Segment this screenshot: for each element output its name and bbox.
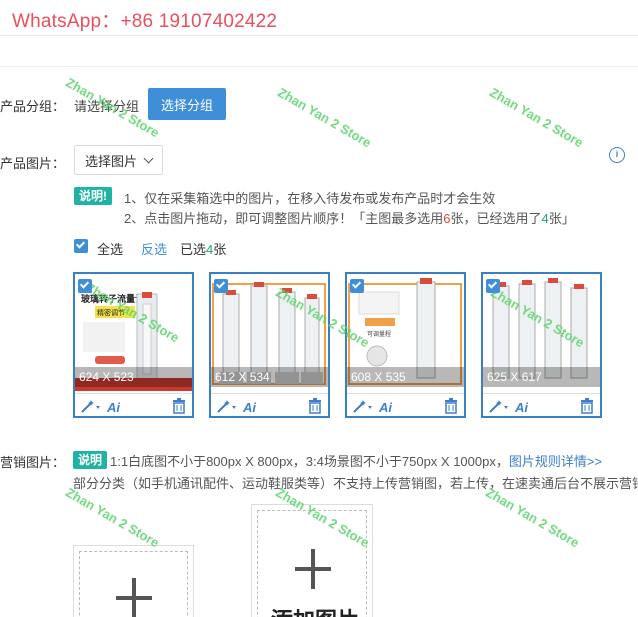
svg-text:Ai: Ai — [378, 400, 392, 414]
marketing-rule-text: 1:1白底图不小于800px X 800px，3:4场景图不小于750px X … — [110, 454, 509, 469]
image-checkbox[interactable] — [78, 279, 92, 293]
marketing-line-2: 部分分类（如手机通讯配件、运动鞋服类等）不支持上传营销图，若上传，在速卖通后台不… — [73, 476, 638, 491]
image-dimensions: 625 X 617 — [483, 367, 600, 387]
select-all-label[interactable]: 全选 — [97, 239, 123, 258]
tip2-used: 4 — [541, 211, 549, 226]
svg-text:Ai: Ai — [106, 400, 120, 414]
marketing-tag: 说明 — [73, 451, 108, 469]
store-watermark: Zhan Yan 2 Store — [483, 484, 582, 551]
invert-selection-link[interactable]: 反选 — [141, 239, 167, 258]
images-label: 产品图片： — [0, 156, 66, 171]
product-thumbnail[interactable]: 612 X 534 — [211, 274, 328, 391]
svg-text:Ai: Ai — [514, 400, 528, 414]
selected-count: 已选4张 — [180, 239, 226, 258]
image-dimensions: 624 X 523 — [75, 367, 192, 387]
ai-icon[interactable]: Ai — [378, 398, 396, 414]
image-toolbar: Ai — [347, 393, 464, 417]
upload-3-4-box[interactable]: 添加图片 — [251, 504, 373, 617]
magic-wand-icon[interactable] — [352, 398, 374, 414]
image-toolbar: Ai — [483, 393, 600, 417]
store-watermark: Zhan Yan 2 Store — [275, 84, 374, 151]
trash-icon[interactable] — [172, 398, 186, 414]
select-images-label: 选择图片 — [84, 153, 137, 169]
add-image-label: 添加图片 — [271, 603, 359, 617]
section-divider — [0, 66, 638, 67]
trash-icon[interactable] — [308, 398, 322, 414]
top-bar: WhatsApp：+86 19107402422 — [0, 0, 638, 36]
svg-text:Ai: Ai — [242, 400, 256, 414]
image-rules-link[interactable]: 图片规则详情>> — [509, 454, 602, 469]
ai-icon[interactable]: Ai — [242, 398, 260, 414]
chevron-down-icon — [143, 153, 154, 163]
selected-suffix: 张 — [213, 242, 227, 257]
selected-prefix: 已选 — [180, 242, 207, 257]
ai-icon[interactable]: Ai — [106, 398, 124, 414]
marketing-label: 营销图片： — [0, 455, 66, 470]
image-card[interactable]: 612 X 534 Ai — [209, 272, 330, 418]
upload-1-1-box[interactable] — [73, 545, 194, 617]
ai-icon[interactable]: Ai — [514, 398, 532, 414]
trash-icon[interactable] — [580, 398, 594, 414]
select-category-button[interactable]: 选择分组 — [148, 88, 226, 120]
store-watermark: Zhan Yan 2 Store — [63, 484, 162, 551]
image-toolbar: Ai — [211, 393, 328, 417]
marketing-line-1: 1:1白底图不小于800px X 800px，3:4场景图不小于750px X … — [110, 451, 602, 470]
image-checkbox[interactable] — [350, 279, 364, 293]
magic-wand-icon[interactable] — [80, 398, 102, 414]
magic-wand-icon[interactable] — [488, 398, 510, 414]
info-circle-icon[interactable]: i — [609, 147, 625, 163]
tip-tag: 说明! — [74, 187, 112, 205]
image-checkbox[interactable] — [214, 279, 228, 293]
tip-line-1: 1、仅在采集箱选中的图片，在移入待发布或发布产品时才会生效 — [124, 191, 496, 206]
tip2-suffix: 张」 — [548, 211, 575, 226]
select-all-checkbox[interactable] — [74, 239, 88, 253]
whatsapp-watermark: WhatsApp：+86 19107402422 — [12, 11, 278, 32]
category-label: 产品分组： — [0, 99, 66, 114]
image-dimensions: 608 X 535 — [347, 367, 464, 387]
image-checkbox[interactable] — [486, 279, 500, 293]
trash-icon[interactable] — [444, 398, 458, 414]
magic-wand-icon[interactable] — [216, 398, 238, 414]
select-images-button[interactable]: 选择图片 — [74, 145, 163, 175]
image-toolbar: Ai — [75, 393, 192, 417]
tip2-mid: 张，已经选用了 — [450, 211, 542, 226]
image-dimensions: 612 X 534 — [211, 367, 328, 387]
store-watermark: Zhan Yan 2 Store — [487, 84, 586, 151]
tip2-prefix: 2、点击图片拖动，即可调整图片顺序！「主图最多选用 — [124, 211, 444, 226]
tip-line-2: 2、点击图片拖动，即可调整图片顺序！「主图最多选用6张，已经选用了4张」 — [124, 208, 575, 227]
